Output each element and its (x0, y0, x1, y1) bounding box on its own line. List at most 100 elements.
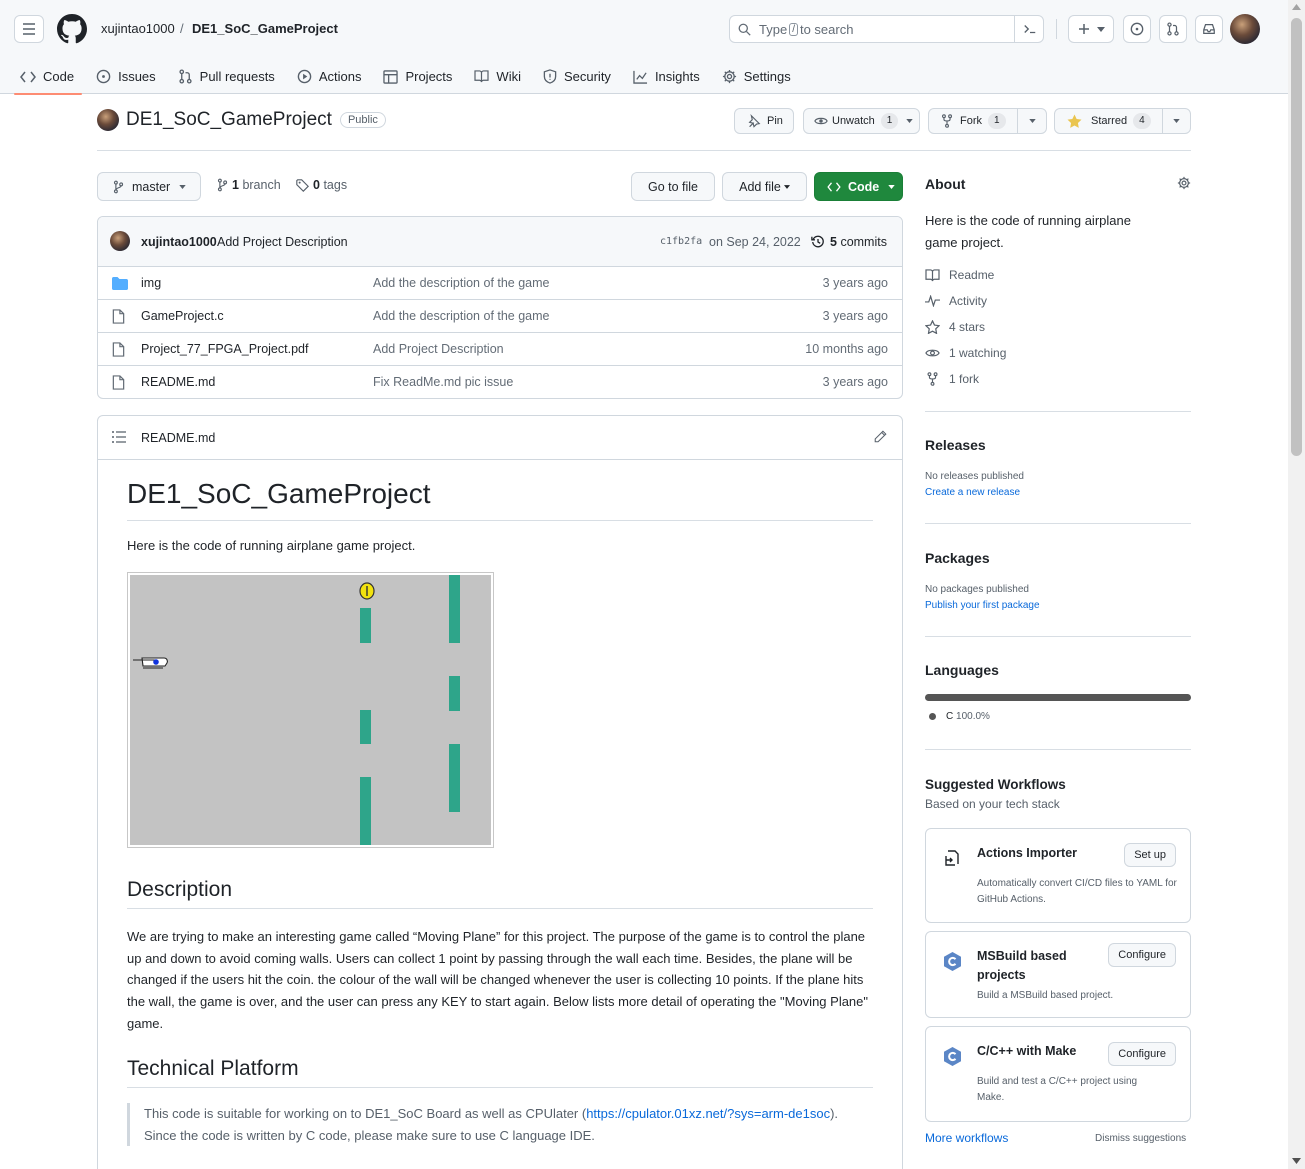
tab-insights[interactable]: Insights (633, 59, 700, 94)
file-age: 3 years ago (822, 309, 888, 323)
search-input[interactable]: Type / to search (729, 15, 1044, 43)
book-icon (474, 70, 490, 83)
pin-button[interactable]: Pin (734, 108, 794, 134)
about-watching-link[interactable]: 1 watching (925, 346, 1006, 360)
git-branch-icon (113, 180, 124, 193)
setup-workflow-button[interactable]: Set up (1124, 843, 1176, 867)
fork-button[interactable]: Fork 1 (928, 108, 1047, 134)
workflow-description: Build and test a C/C++ project using Mak… (977, 1076, 1138, 1103)
tab-actions[interactable]: Actions (297, 59, 361, 94)
file-age: 3 years ago (822, 375, 888, 389)
cpulator-link[interactable]: https://cpulator.01xz.net/?sys=arm-de1so… (586, 1106, 830, 1121)
pull-requests-button[interactable] (1159, 15, 1187, 43)
caret-down-icon (1173, 119, 1180, 123)
user-avatar[interactable] (1230, 14, 1260, 44)
file-row[interactable]: README.md Fix ReadMe.md pic issue 3 year… (98, 365, 902, 398)
tab-pull-requests[interactable]: Pull requests (178, 59, 275, 94)
list-unordered-icon[interactable] (112, 431, 126, 443)
issue-opened-icon (1130, 22, 1144, 36)
gear-icon[interactable] (1177, 176, 1191, 190)
scrollbar-thumb[interactable] (1291, 18, 1302, 456)
workflow-description: Build a MSBuild based project. (977, 990, 1114, 1001)
tab-code[interactable]: Code (13, 59, 83, 95)
more-workflows-link[interactable]: More workflows (925, 1131, 1008, 1145)
branch-select-button[interactable]: master (97, 172, 201, 201)
tags-link[interactable]: 0 tags (296, 178, 347, 192)
branches-link[interactable]: 1 branch (217, 178, 281, 192)
configure-workflow-button[interactable]: Configure (1108, 1042, 1176, 1066)
menu-button[interactable] (14, 15, 44, 43)
plus-icon (1078, 24, 1089, 34)
file-name[interactable]: Project_77_FPGA_Project.pdf (141, 342, 308, 356)
about-heading: About (925, 176, 966, 192)
about-activity-link[interactable]: Activity (925, 294, 987, 308)
language-name: C (946, 711, 954, 722)
tab-wiki[interactable]: Wiki (474, 59, 521, 94)
scroll-down-arrow-icon[interactable] (1292, 1158, 1301, 1164)
create-new-button[interactable] (1068, 15, 1114, 43)
sidebar-divider (925, 411, 1191, 412)
starred-label: Starred (1091, 115, 1128, 127)
go-to-file-button[interactable]: Go to file (631, 172, 715, 201)
scroll-up-arrow-icon[interactable] (1292, 4, 1301, 10)
caret-down-icon (1096, 26, 1105, 32)
caret-down-icon (906, 119, 914, 123)
language-item[interactable]: C 100.0% (929, 711, 990, 722)
create-release-link[interactable]: Create a new release (925, 487, 1191, 498)
file-commit-message[interactable]: Add the description of the game (373, 276, 550, 290)
unwatch-button[interactable]: Unwatch 1 (803, 108, 920, 134)
breadcrumb-repo[interactable]: DE1_SoC_GameProject (192, 21, 338, 36)
about-fork-link[interactable]: 1 fork (925, 372, 979, 386)
file-commit-message[interactable]: Fix ReadMe.md pic issue (373, 375, 513, 389)
add-file-label: Add file (739, 179, 781, 194)
dismiss-suggestions-link[interactable]: Dismiss suggestions (1095, 1133, 1186, 1144)
commits-history-link[interactable]: 5 commits (811, 235, 887, 249)
file-row[interactable]: Project_77_FPGA_Project.pdf Add Project … (98, 332, 902, 365)
commit-message[interactable]: Add Project Description (217, 235, 348, 249)
file-name[interactable]: GameProject.c (141, 309, 224, 323)
file-row[interactable]: GameProject.c Add the description of the… (98, 299, 902, 332)
github-logo-icon[interactable] (57, 14, 87, 44)
releases-heading[interactable]: Releases (925, 437, 1191, 453)
about-readme-link[interactable]: Readme (925, 268, 994, 282)
publish-package-link[interactable]: Publish your first package (925, 600, 1191, 611)
forks-count: 1 (988, 113, 1006, 129)
fork-label: Fork (960, 115, 982, 127)
breadcrumb-owner[interactable]: xujintao1000 (101, 21, 175, 36)
repo-name[interactable]: DE1_SoC_GameProject (126, 109, 332, 131)
readme-filename[interactable]: README.md (141, 431, 215, 445)
packages-heading[interactable]: Packages (925, 550, 1191, 566)
configure-workflow-button[interactable]: Configure (1108, 943, 1176, 967)
tab-issues[interactable]: Issues (96, 59, 156, 94)
file-name[interactable]: README.md (141, 375, 215, 389)
latest-commit-bar: xujintao1000 Add Project Description c1f… (98, 217, 902, 266)
tab-projects[interactable]: Projects (383, 59, 452, 94)
tab-security[interactable]: Security (543, 59, 611, 94)
starred-button[interactable]: Starred 4 (1054, 108, 1191, 134)
file-commit-message[interactable]: Add the description of the game (373, 309, 550, 323)
commit-hash[interactable]: c1fb2fa (660, 236, 702, 247)
stars-count: 4 (1133, 113, 1151, 129)
issues-button[interactable] (1123, 15, 1151, 43)
inbox-button[interactable] (1195, 15, 1223, 43)
commit-author-avatar[interactable] (110, 231, 130, 251)
code-icon (20, 71, 36, 82)
tab-settings[interactable]: Settings (722, 59, 791, 94)
gear-icon (722, 69, 736, 84)
file-row[interactable]: img Add the description of the game 3 ye… (98, 266, 902, 299)
issue-opened-icon (96, 69, 111, 84)
pin-label: Pin (767, 115, 783, 127)
eye-icon (925, 349, 940, 357)
pencil-icon[interactable] (874, 430, 887, 443)
file-name[interactable]: img (141, 276, 161, 290)
about-stars-link[interactable]: 4 stars (925, 320, 985, 334)
repo-title: DE1_SoC_GameProject Public (97, 109, 386, 131)
code-button[interactable]: Code (814, 172, 903, 201)
graph-icon (633, 70, 647, 84)
file-commit-message[interactable]: Add Project Description (373, 342, 504, 356)
add-file-button[interactable]: Add file (722, 172, 807, 201)
command-palette-icon[interactable] (1023, 22, 1037, 36)
tab-settings-label: Settings (743, 69, 791, 84)
commit-author[interactable]: xujintao1000 (141, 235, 217, 249)
visibility-badge: Public (339, 112, 386, 128)
